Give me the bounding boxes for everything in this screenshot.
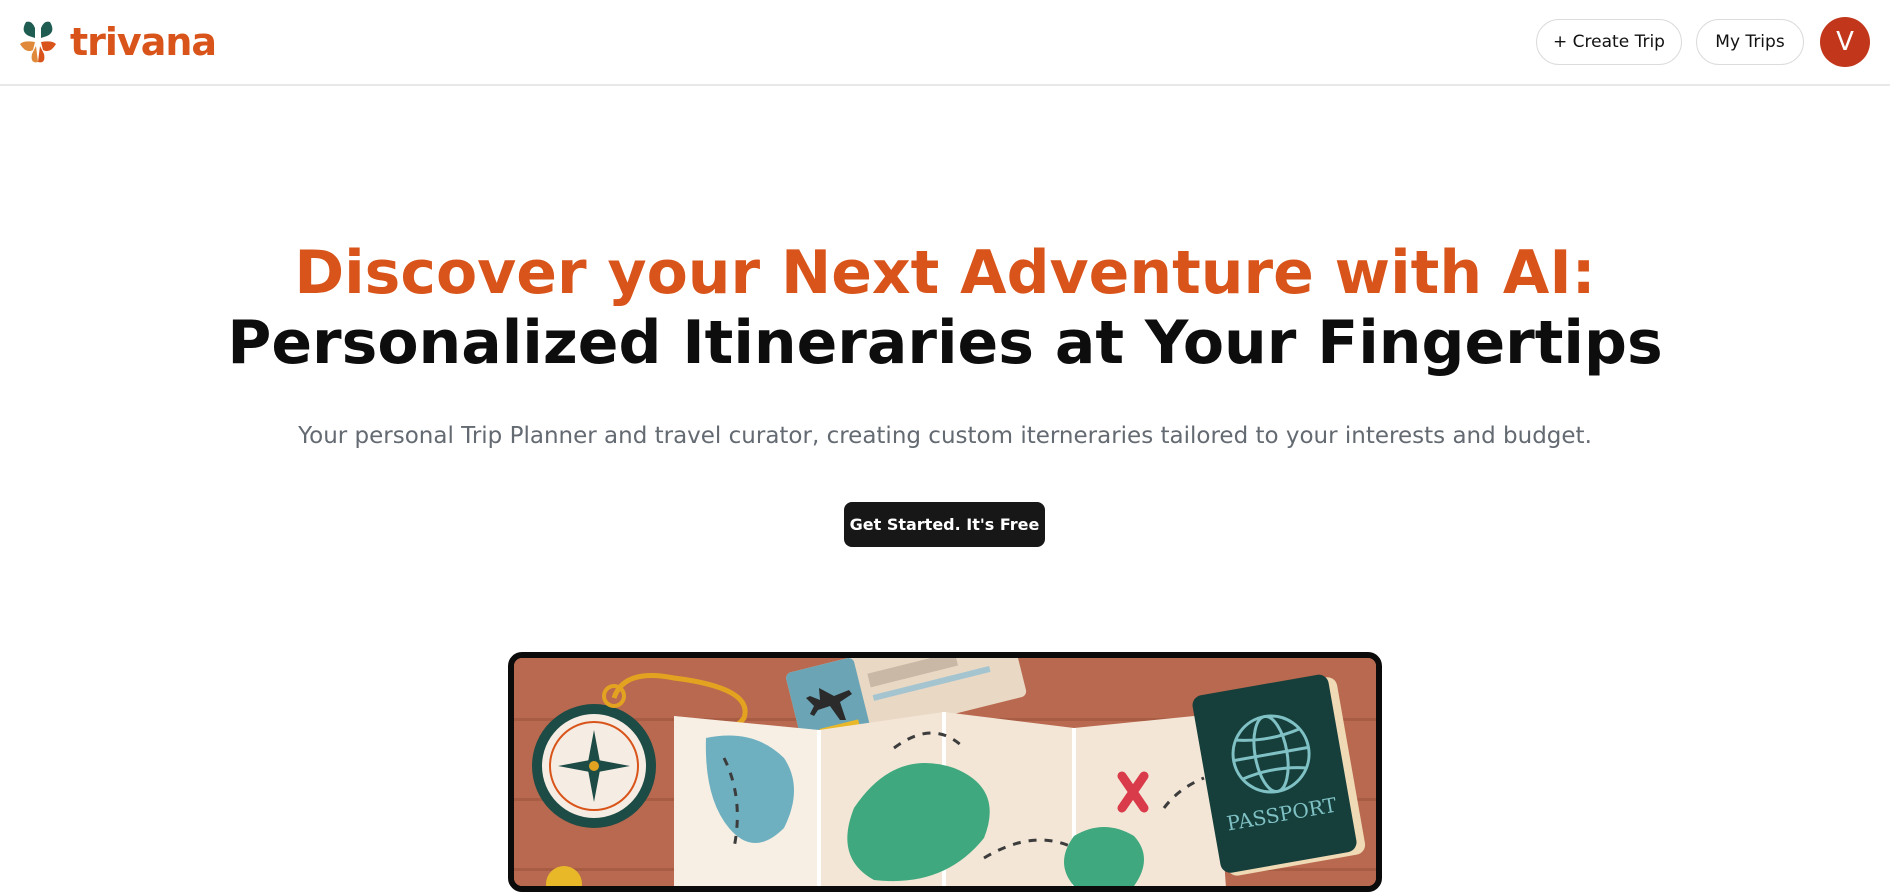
hero-headline: Personalized Itineraries at Your Fingert…: [227, 308, 1663, 378]
brand-logo[interactable]: trivana: [18, 18, 217, 66]
create-trip-button[interactable]: + Create Trip: [1536, 19, 1682, 65]
get-started-button[interactable]: Get Started. It's Free: [844, 502, 1045, 547]
hero-illustration: PASSPORT: [508, 652, 1382, 892]
my-trips-button[interactable]: My Trips: [1696, 19, 1804, 65]
top-nav: trivana + Create Trip My Trips V: [0, 0, 1890, 86]
user-avatar[interactable]: V: [1820, 17, 1870, 67]
hero-subtitle: Your personal Trip Planner and travel cu…: [298, 423, 1592, 449]
travel-illustration: PASSPORT: [514, 658, 1376, 886]
hero-headline-accent: Discover your Next Adventure with AI:: [294, 238, 1596, 308]
brand-name: trivana: [70, 20, 217, 64]
logo-mark-icon: [20, 21, 56, 63]
